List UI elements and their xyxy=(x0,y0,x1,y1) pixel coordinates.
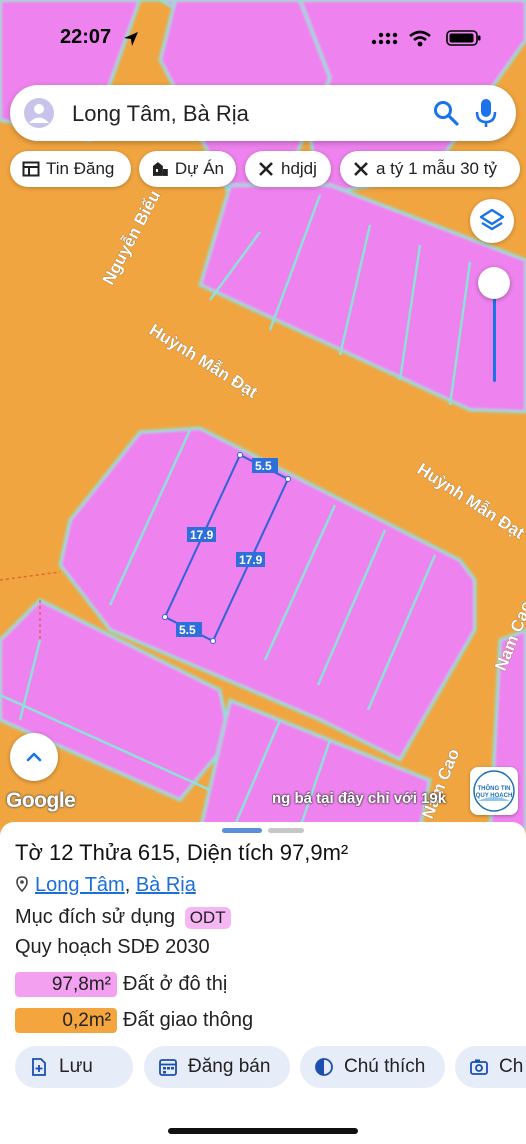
home-indicator xyxy=(168,1128,358,1134)
legend-button[interactable]: Chú thích xyxy=(300,1046,445,1088)
chip-tin-dang[interactable]: Tin Đăng xyxy=(10,151,131,187)
pencil-ruler-icon xyxy=(354,162,368,176)
google-logo: Google xyxy=(6,789,76,812)
dimension-top-label: 5.5 xyxy=(255,459,272,473)
search-input[interactable]: Long Tâm, Bà Rịa xyxy=(72,101,249,127)
badge-line-2: QUY HOẠCH xyxy=(475,793,513,799)
chip-label: hdjdj xyxy=(281,159,317,178)
dimension-bottom-label: 5.5 xyxy=(179,623,196,637)
ad-marquee-text[interactable]: ng bá tại đây chỉ với 19k xyxy=(272,790,468,807)
layers-button[interactable] xyxy=(470,199,514,243)
user-icon xyxy=(29,104,49,123)
dimension-left-label: 17.9 xyxy=(190,528,214,542)
search-bar[interactable]: Long Tâm, Bà Rịa xyxy=(10,85,516,141)
location-city-link[interactable]: Bà Rịa xyxy=(136,874,196,896)
microphone-icon[interactable] xyxy=(472,97,500,129)
location-arrow-icon xyxy=(124,32,138,46)
save-button[interactable]: Lưu xyxy=(15,1046,133,1088)
status-time: 22:07 xyxy=(60,26,112,48)
plan-label: Quy hoạch SDĐ 2030 xyxy=(15,936,210,958)
post-for-sale-label: Đăng bán xyxy=(188,1056,271,1077)
location-pin-icon xyxy=(16,876,28,893)
expand-up-button[interactable] xyxy=(10,733,58,781)
opacity-slider-track[interactable] xyxy=(493,285,496,382)
status-bar: 22:07 xyxy=(0,0,526,70)
opacity-slider-handle[interactable] xyxy=(478,267,510,299)
badge-line-1: THÔNG TIN xyxy=(477,786,511,792)
battery-icon xyxy=(446,30,481,46)
chevron-up-icon xyxy=(26,752,42,762)
layers-icon xyxy=(479,208,505,231)
calendar-icon xyxy=(159,1059,177,1076)
chip-label: Tin Đăng xyxy=(46,159,115,178)
chip-hdjdj[interactable]: hdjdj xyxy=(245,151,331,187)
capture-label: Ch xyxy=(499,1056,524,1077)
capture-button[interactable]: Ch xyxy=(455,1046,526,1088)
buildings-icon xyxy=(152,162,168,176)
zone-row-residential: 97,8m² Đất ở đô thị xyxy=(15,972,227,997)
legend-label: Chú thích xyxy=(344,1056,426,1077)
cellular-signal-icon xyxy=(371,32,398,45)
legend-icon xyxy=(315,1058,333,1076)
zone-row-traffic: 0,2m² Đất giao thông xyxy=(15,1008,253,1033)
avatar[interactable] xyxy=(24,98,54,128)
parcel-location: Long Tâm, Bà Rịa xyxy=(15,874,196,897)
sheet-handle[interactable] xyxy=(222,828,262,833)
purpose-code-badge: ODT xyxy=(184,907,231,929)
zone-label: Đất giao thông xyxy=(123,1009,254,1031)
dimension-right-label: 17.9 xyxy=(239,553,263,567)
purpose-label: Mục đích sử dụng xyxy=(15,906,176,928)
save-icon xyxy=(32,1058,46,1076)
search-icon[interactable] xyxy=(432,99,460,127)
camera-icon xyxy=(470,1059,488,1075)
pencil-ruler-icon xyxy=(259,162,273,176)
planning-info-badge[interactable]: THÔNG TIN QUY HOẠCH xyxy=(470,767,518,815)
parcel-info-sheet[interactable]: Tờ 12 Thửa 615, Diện tích 97,9m² Long Tâ… xyxy=(0,822,526,1144)
save-label: Lưu xyxy=(59,1056,93,1077)
sheet-page-indicator xyxy=(268,828,304,833)
parcel-title: Tờ 12 Thửa 615, Diện tích 97,9m² xyxy=(15,840,349,865)
zone-label: Đất ở đô thị xyxy=(123,973,228,995)
chip-label: a tý 1 mẫu 30 tỷ xyxy=(376,159,497,178)
chip-label: Dự Án xyxy=(174,159,224,178)
zone-area-swatch: 97,8m² xyxy=(15,972,117,997)
location-separator: , xyxy=(124,874,136,896)
zone-area-swatch: 0,2m² xyxy=(15,1008,117,1033)
newspaper-icon xyxy=(22,161,40,177)
wifi-icon xyxy=(409,30,431,47)
land-use-purpose: Mục đích sử dụng ODT xyxy=(15,906,231,929)
chip-du-an[interactable]: Dự Án xyxy=(139,151,236,187)
chip-a-ty[interactable]: a tý 1 mẫu 30 tỷ xyxy=(340,151,520,187)
post-for-sale-button[interactable]: Đăng bán xyxy=(144,1046,290,1088)
location-ward-link[interactable]: Long Tâm xyxy=(35,874,125,896)
